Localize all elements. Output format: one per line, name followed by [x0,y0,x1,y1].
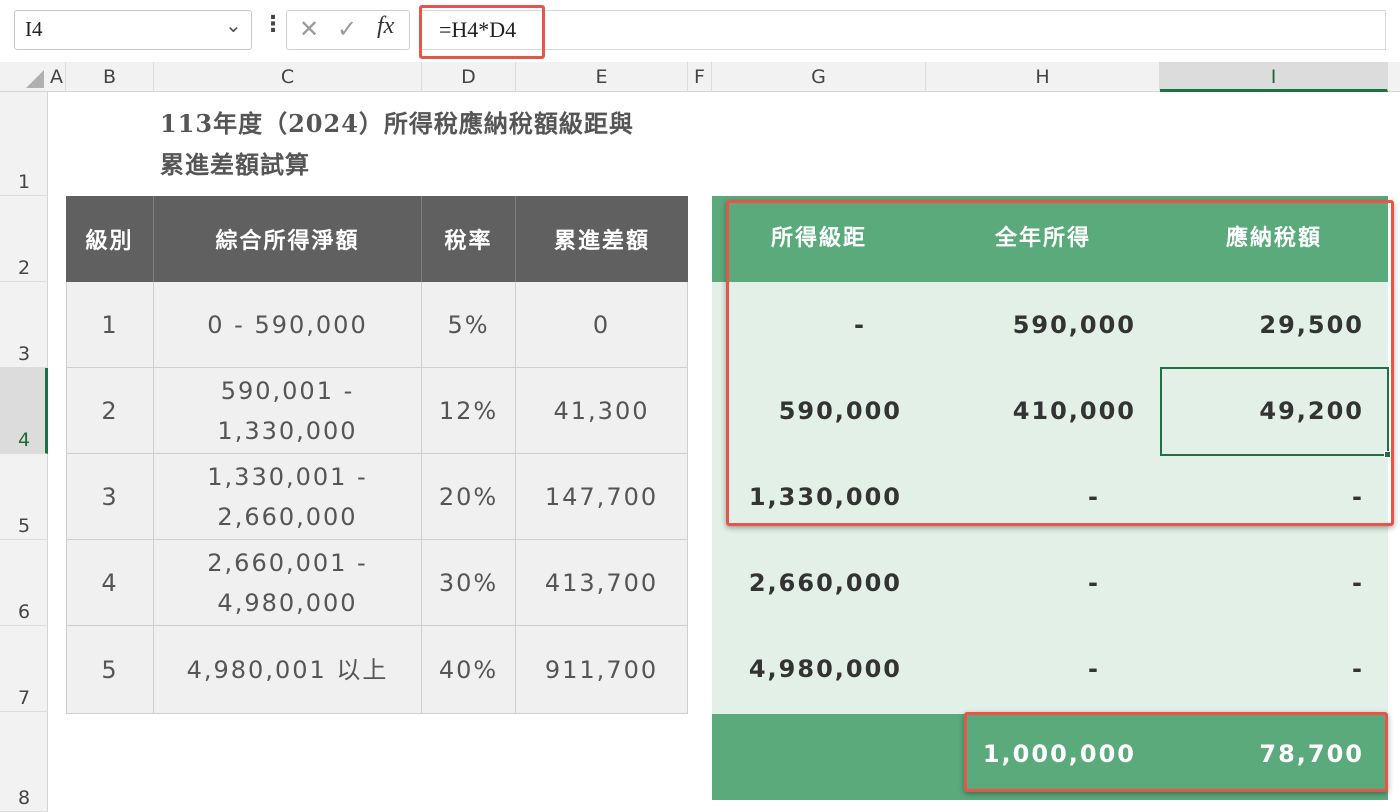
cell-net-income[interactable]: 590,001 - 1,330,000 [154,368,422,454]
column-header-bar: A B C D E F G H I [0,62,1400,92]
income-range-line2: 1,330,000 [217,416,358,445]
cell-annual-income[interactable]: - [926,626,1160,712]
column-header-i[interactable]: I [1160,62,1388,92]
row-header-5[interactable]: 5 [0,454,48,540]
income-range-line1: 0 - 590,000 [207,310,368,339]
insert-function-icon[interactable]: fx [377,13,394,40]
cell-net-income[interactable]: 4,980,001 以上 [154,626,422,714]
cell-level[interactable]: 2 [66,368,154,454]
chevron-down-icon[interactable]: ⌄ [225,13,242,37]
name-box[interactable]: I4 ⌄ [14,10,252,50]
row-header-3[interactable]: 3 [0,282,48,368]
cell-tax-rate[interactable]: 20% [422,454,516,540]
check-icon[interactable]: ✓ [337,15,357,43]
column-header-f[interactable]: F [688,62,712,92]
cell-tax-rate[interactable]: 40% [422,626,516,714]
row-header-2[interactable]: 2 [0,196,48,282]
cell-progressive-diff[interactable]: 0 [516,282,688,368]
cell-annual-income[interactable]: - [926,540,1160,626]
name-box-value: I4 [25,17,43,41]
cell-income-bracket[interactable]: 4,980,000 [712,626,926,712]
formula-bar: I4 ⌄ ⋮ ✕ ✓ fx =H4*D4 [0,0,1400,62]
income-range-line1: 2,660,001 - [207,548,368,577]
row-number: 5 [17,515,31,537]
row-header-bar: 1 2 3 4 5 6 7 8 [0,92,48,812]
cell-net-income[interactable]: 1,330,001 - 2,660,000 [154,454,422,540]
cell-tax-rate[interactable]: 5% [422,282,516,368]
cell-level[interactable]: 4 [66,540,154,626]
cell-tax-rate[interactable]: 12% [422,368,516,454]
sheet-title-line1: 113年度（2024）所得稅應納稅額級距與 [160,109,634,138]
row-number: 1 [17,171,31,193]
cell-progressive-diff[interactable]: 41,300 [516,368,688,454]
row-number: 8 [17,787,31,809]
cell-net-income[interactable]: 0 - 590,000 [154,282,422,368]
cell-tax-rate[interactable]: 30% [422,540,516,626]
column-header-h[interactable]: H [926,62,1160,92]
column-header-g[interactable]: G [712,62,926,92]
income-range-line1: 590,001 - [220,376,355,405]
income-range-line1: 1,330,001 - [207,462,368,491]
row-header-8[interactable]: 8 [0,712,48,812]
row-header-7[interactable]: 7 [0,626,48,712]
column-header-b[interactable]: B [66,62,154,92]
header-progressive-diff[interactable]: 累進差額 [516,196,688,282]
formula-highlight-box [419,5,545,59]
cell-net-income[interactable]: 2,660,001 - 4,980,000 [154,540,422,626]
cell-tax-payable[interactable]: - [1160,540,1388,626]
select-all-corner[interactable] [26,70,44,88]
cell-level[interactable]: 1 [66,282,154,368]
row-header-1[interactable]: 1 [0,92,48,196]
cell-progressive-diff[interactable]: 413,700 [516,540,688,626]
cell-progressive-diff[interactable]: 147,700 [516,454,688,540]
header-tax-rate[interactable]: 稅率 [422,196,516,282]
header-net-income[interactable]: 綜合所得淨額 [154,196,422,282]
more-options-icon[interactable]: ⋮ [262,12,284,37]
formula-buttons: ✕ ✓ fx [286,10,410,50]
income-range-line2: 2,660,000 [217,502,358,531]
cell-progressive-diff[interactable]: 911,700 [516,626,688,714]
row-number: 3 [17,343,31,365]
row-number: 7 [17,687,31,709]
income-range-line2: 4,980,000 [217,588,358,617]
income-range-line1: 4,980,001 以上 [186,655,389,684]
sheet-title-line2: 累進差額試算 [160,150,310,179]
row-number: 6 [17,601,31,623]
formula-input[interactable]: =H4*D4 [420,10,1386,50]
row-number: 4 [17,429,31,451]
cell-tax-payable[interactable]: - [1160,626,1388,712]
column-header-d[interactable]: D [422,62,516,92]
highlight-box-calculation [726,200,1394,526]
row-number: 2 [17,257,31,279]
cancel-icon[interactable]: ✕ [299,15,319,43]
column-header-c[interactable]: C [154,62,422,92]
header-level[interactable]: 級別 [66,196,154,282]
row-header-6[interactable]: 6 [0,540,48,626]
cell-level[interactable]: 3 [66,454,154,540]
column-header-a[interactable]: A [48,62,66,92]
column-header-e[interactable]: E [516,62,688,92]
highlight-box-totals [964,712,1388,792]
cell-income-bracket[interactable]: 2,660,000 [712,540,926,626]
row-header-4[interactable]: 4 [0,368,48,454]
cell-level[interactable]: 5 [66,626,154,714]
